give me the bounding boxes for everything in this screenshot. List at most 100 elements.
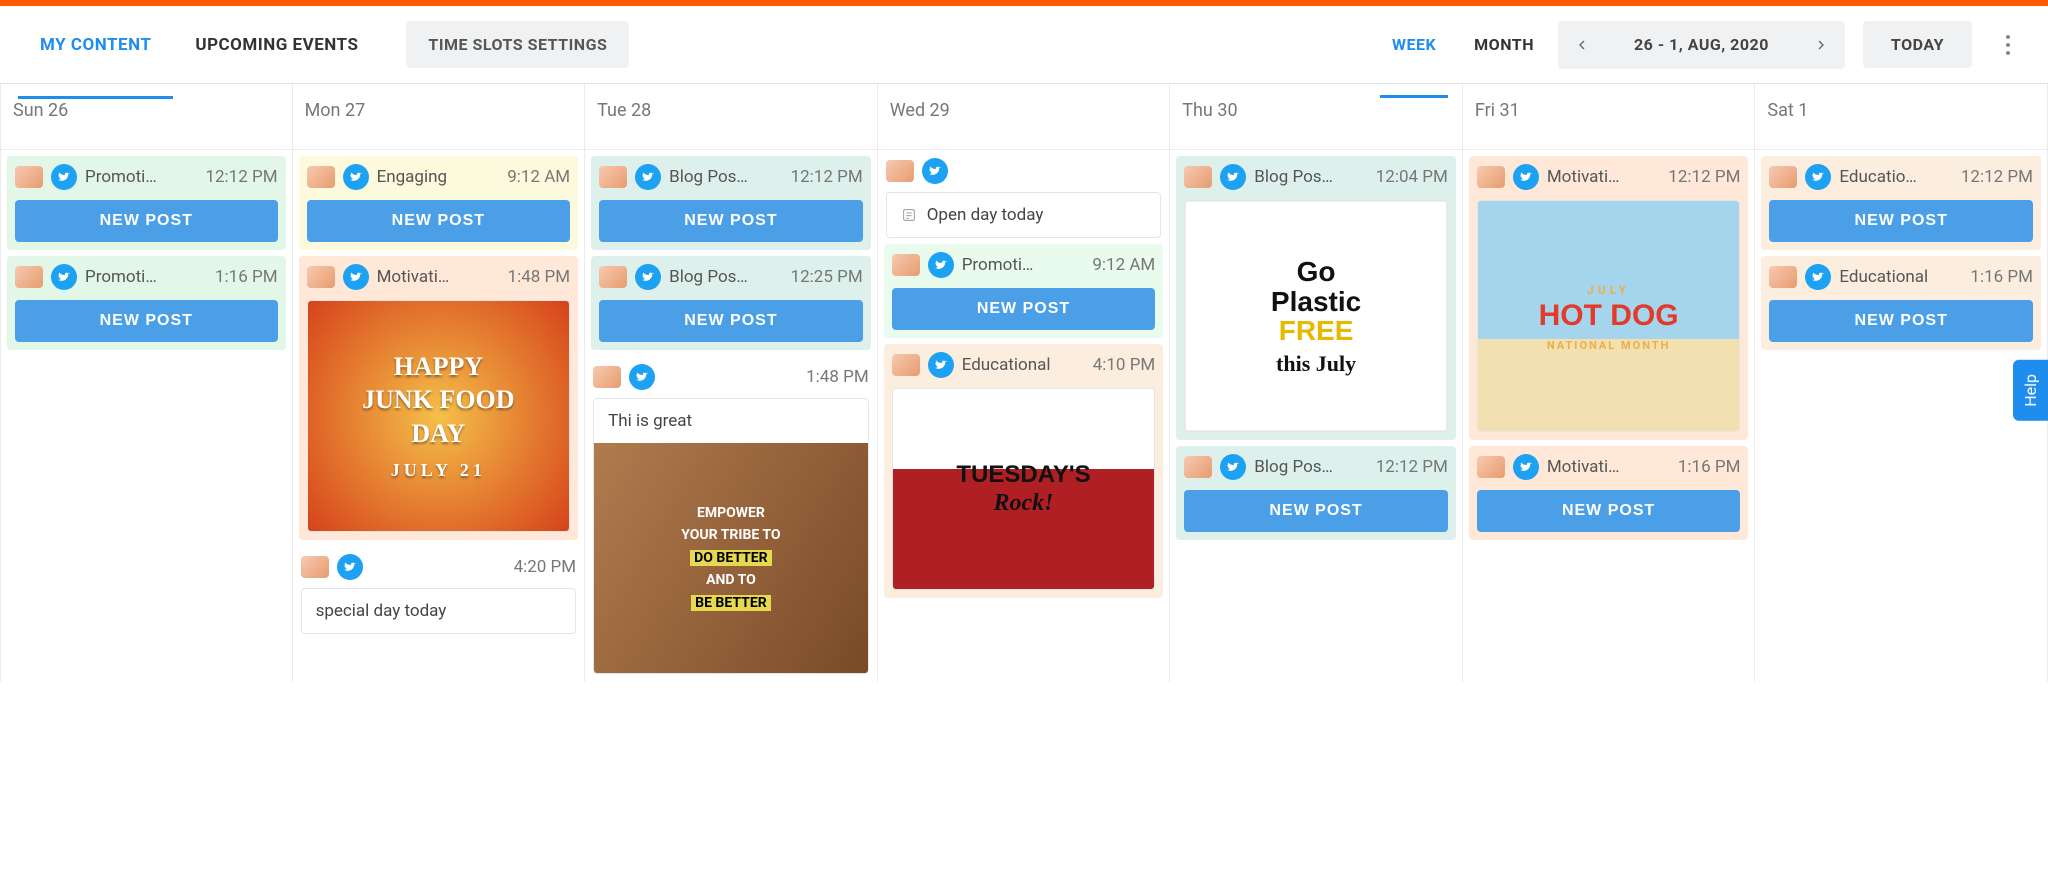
kebab-icon — [2006, 35, 2010, 55]
schedule-card[interactable] — [878, 150, 1170, 192]
profile-avatar — [1769, 266, 1797, 288]
card-time: 12:12 PM — [205, 167, 277, 187]
card-category-label: Motivati… — [377, 267, 500, 287]
schedule-card[interactable]: 4:20 PM — [293, 546, 585, 588]
card-time: 1:48 PM — [806, 367, 869, 387]
date-range-picker: 26 - 1, AUG, 2020 — [1558, 21, 1845, 69]
card-time: 12:25 PM — [791, 267, 863, 287]
new-post-button[interactable]: NEW POST — [1769, 300, 2033, 342]
card-time: 1:16 PM — [215, 267, 278, 287]
profile-avatar — [1184, 166, 1212, 188]
new-post-button[interactable]: NEW POST — [599, 200, 863, 242]
twitter-icon — [343, 164, 369, 190]
twitter-icon — [928, 252, 954, 278]
day-column-tue: Tue 28 Blog Pos… 12:12 PM NEW POST Blog … — [585, 84, 878, 682]
profile-avatar — [15, 266, 43, 288]
new-post-button[interactable]: NEW POST — [1184, 490, 1448, 532]
today-button[interactable]: TODAY — [1863, 21, 1972, 68]
twitter-icon — [337, 554, 363, 580]
new-post-button[interactable]: NEW POST — [1769, 200, 2033, 242]
post-content-preview[interactable]: Go Plastic FREE this July — [1184, 200, 1448, 432]
date-range-label[interactable]: 26 - 1, AUG, 2020 — [1606, 35, 1797, 54]
day-header: Sun 26 — [1, 84, 292, 150]
card-category-label: Promoti… — [85, 267, 207, 287]
card-category-label: Motivati… — [1547, 167, 1660, 187]
card-category-label: Engaging — [377, 167, 500, 187]
card-category-label: Educatio… — [1839, 167, 1952, 187]
profile-avatar — [1769, 166, 1797, 188]
view-toggle: WEEK MONTH — [1386, 17, 1540, 72]
profile-avatar — [593, 366, 621, 388]
note-input[interactable]: Open day today — [886, 192, 1162, 238]
schedule-card[interactable]: Blog Pos… 12:12 PM NEW POST — [591, 156, 871, 250]
profile-avatar — [892, 354, 920, 376]
card-category-label: Blog Pos… — [1254, 167, 1367, 187]
view-week[interactable]: WEEK — [1386, 17, 1442, 72]
day-header: Sat 1 — [1755, 84, 2047, 150]
note-icon — [901, 207, 917, 223]
schedule-card[interactable]: Educational 1:16 PM NEW POST — [1761, 256, 2041, 350]
new-post-button[interactable]: NEW POST — [1477, 490, 1741, 532]
help-button[interactable]: Help — [2013, 360, 2048, 421]
time-slots-settings-button[interactable]: TIME SLOTS SETTINGS — [406, 21, 629, 68]
card-category-label: Blog Pos… — [669, 267, 782, 287]
post-content-preview[interactable]: JULY HOT DOG NATIONAL MONTH — [1477, 200, 1741, 432]
day-column-wed: Wed 29 Open day today Promoti… 9:12 AM N… — [878, 84, 1171, 682]
twitter-icon — [922, 158, 948, 184]
card-time: 12:12 PM — [1668, 167, 1740, 187]
schedule-card[interactable]: Promoti… 12:12 PM NEW POST — [7, 156, 286, 250]
post-text-preview[interactable]: special day today — [301, 588, 577, 634]
twitter-icon — [1220, 454, 1246, 480]
more-menu-button[interactable] — [1986, 23, 2030, 67]
profile-avatar — [599, 166, 627, 188]
new-post-button[interactable]: NEW POST — [307, 200, 571, 242]
schedule-card[interactable]: Promoti… 9:12 AM NEW POST — [884, 244, 1164, 338]
twitter-icon — [343, 264, 369, 290]
schedule-card[interactable]: 1:48 PM — [585, 356, 877, 398]
new-post-button[interactable]: NEW POST — [599, 300, 863, 342]
primary-tabs: MY CONTENT UPCOMING EVENTS — [18, 17, 380, 73]
chevron-right-icon — [1813, 37, 1829, 53]
calendar-grid: Sun 26 Promoti… 12:12 PM NEW POST Promot… — [0, 84, 2048, 682]
day-column-sat: Sat 1 Educatio… 12:12 PM NEW POST Educat… — [1755, 84, 2048, 682]
post-image: HAPPY JUNK FOOD DAY JULY 21 — [308, 301, 570, 531]
twitter-icon — [1513, 454, 1539, 480]
prev-range-button[interactable] — [1558, 21, 1606, 69]
tab-my-content[interactable]: MY CONTENT — [18, 17, 173, 73]
post-image: TUESDAY'S Rock! — [893, 389, 1155, 589]
card-time: 12:12 PM — [1376, 457, 1448, 477]
twitter-icon — [928, 352, 954, 378]
twitter-icon — [635, 264, 661, 290]
schedule-card[interactable]: Blog Pos… 12:12 PM NEW POST — [1176, 446, 1456, 540]
schedule-card[interactable]: Educatio… 12:12 PM NEW POST — [1761, 156, 2041, 250]
schedule-card[interactable]: Motivati… 12:12 PM JULY HOT DOG NATIONAL… — [1469, 156, 1749, 440]
twitter-icon — [1805, 164, 1831, 190]
card-category-label: Educational — [1839, 267, 1962, 287]
schedule-card[interactable]: Blog Pos… 12:25 PM NEW POST — [591, 256, 871, 350]
card-time: 9:12 AM — [1092, 255, 1155, 275]
card-category-label: Promoti… — [85, 167, 197, 187]
post-image: JULY HOT DOG NATIONAL MONTH — [1478, 201, 1740, 431]
view-month[interactable]: MONTH — [1468, 17, 1540, 72]
schedule-card[interactable]: Motivati… 1:48 PM HAPPY JUNK FOOD DAY JU… — [299, 256, 579, 540]
profile-avatar — [307, 166, 335, 188]
new-post-button[interactable]: NEW POST — [15, 300, 278, 342]
next-range-button[interactable] — [1797, 21, 1845, 69]
new-post-button[interactable]: NEW POST — [892, 288, 1156, 330]
card-category-label: Educational — [962, 355, 1085, 375]
profile-avatar — [892, 254, 920, 276]
profile-avatar — [301, 556, 329, 578]
schedule-card[interactable]: Motivati… 1:16 PM NEW POST — [1469, 446, 1749, 540]
new-post-button[interactable]: NEW POST — [15, 200, 278, 242]
post-content-preview[interactable]: Thi is great EMPOWER YOUR TRIBE TO DO BE… — [593, 398, 869, 674]
tab-upcoming-events[interactable]: UPCOMING EVENTS — [173, 17, 380, 73]
day-header: Wed 29 — [878, 84, 1170, 150]
schedule-card[interactable]: Promoti… 1:16 PM NEW POST — [7, 256, 286, 350]
chevron-left-icon — [1574, 37, 1590, 53]
schedule-card[interactable]: Blog Pos… 12:04 PM Go Plastic FREE this … — [1176, 156, 1456, 440]
post-content-preview[interactable]: TUESDAY'S Rock! — [892, 388, 1156, 590]
day-header: Thu 30 — [1170, 84, 1462, 150]
post-content-preview[interactable]: HAPPY JUNK FOOD DAY JULY 21 — [307, 300, 571, 532]
schedule-card[interactable]: Engaging 9:12 AM NEW POST — [299, 156, 579, 250]
schedule-card[interactable]: Educational 4:10 PM TUESDAY'S Rock! — [884, 344, 1164, 598]
